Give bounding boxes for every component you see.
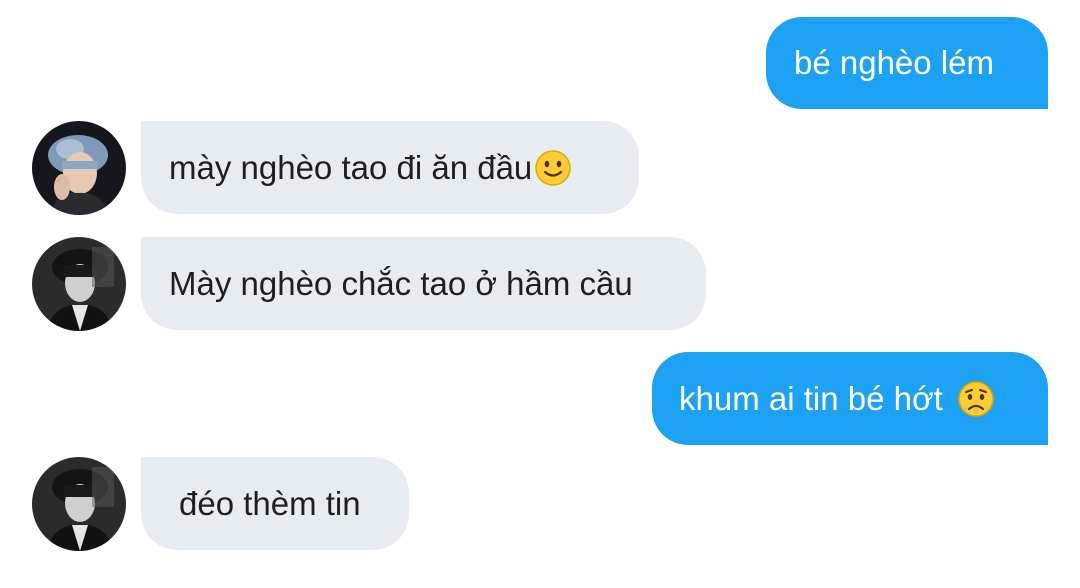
message-text: đéo thèm tin bbox=[179, 484, 361, 522]
avatar-monochrome-image bbox=[32, 457, 126, 551]
avatar-monochrome-image bbox=[32, 237, 126, 331]
message-bubble-incoming[interactable]: mày nghèo tao đi ăn đầu bbox=[141, 121, 639, 214]
message-text: Mày nghèo chắc tao ở hầm cầu bbox=[169, 264, 633, 302]
message-text: khum ai tin bé hớt bbox=[679, 379, 943, 417]
message-text: mày nghèo tao đi ăn đầu bbox=[169, 148, 533, 186]
avatar[interactable] bbox=[32, 121, 126, 215]
avatar[interactable] bbox=[32, 237, 126, 331]
avatar-blue-hair-image bbox=[32, 121, 126, 215]
slightly-smiling-face-icon bbox=[534, 149, 572, 187]
message-text: bé nghèo lém bbox=[794, 44, 994, 81]
message-bubble-incoming[interactable]: đéo thèm tin bbox=[141, 457, 409, 550]
message-bubble-incoming[interactable]: Mày nghèo chắc tao ở hầm cầu bbox=[141, 237, 706, 330]
avatar[interactable] bbox=[32, 457, 126, 551]
message-bubble-outgoing[interactable]: khum ai tin bé hớt bbox=[652, 352, 1048, 445]
worried-face-icon bbox=[957, 380, 995, 418]
message-bubble-outgoing[interactable]: bé nghèo lém bbox=[766, 17, 1048, 109]
